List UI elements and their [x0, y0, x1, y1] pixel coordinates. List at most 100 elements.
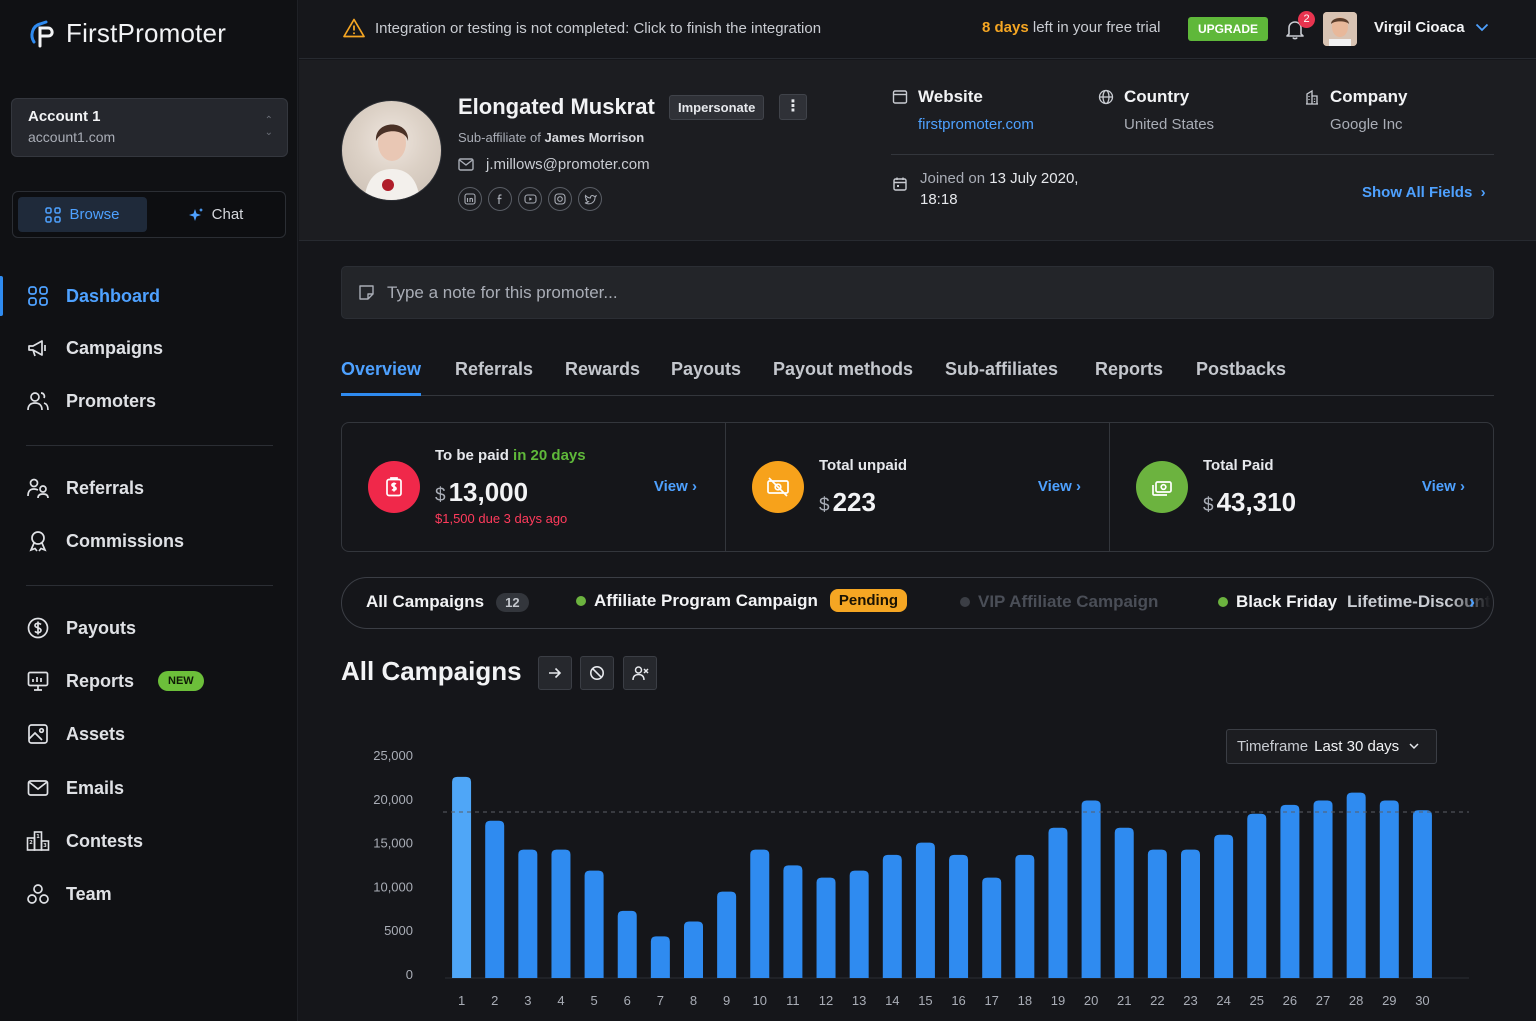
chart-bar [717, 891, 737, 978]
campaign-black-friday-label: Black Friday [1236, 592, 1338, 611]
currency-symbol: $ [1203, 495, 1214, 516]
podium-icon: 12 3 [26, 831, 50, 851]
campaign-black-friday[interactable]: Black Friday [1218, 592, 1337, 612]
nav-referrals-label: Referrals [66, 477, 145, 498]
trial-text: left in your free trial [1028, 19, 1161, 36]
chart-bar [1247, 813, 1267, 978]
promoter-note-input[interactable]: Type a note for this promoter... [341, 266, 1494, 319]
website-link[interactable]: firstpromoter.com [892, 116, 1034, 133]
nav-referrals[interactable]: Referrals [0, 466, 298, 510]
x-tick-label: 18 [1018, 993, 1032, 1008]
x-tick-label: 13 [852, 993, 866, 1008]
x-tick-label: 22 [1150, 993, 1164, 1008]
country-value: United States [1124, 116, 1215, 133]
nav-contests[interactable]: 12 3 Contests [0, 819, 298, 863]
tab-sub-affiliates[interactable]: Sub-affiliates [945, 359, 1058, 396]
nav-reports[interactable]: Reports NEW [0, 659, 298, 703]
chart-bar [1412, 810, 1432, 978]
tab-payouts[interactable]: Payouts [671, 359, 741, 396]
nav-commissions[interactable]: Commissions [0, 519, 298, 563]
building-icon [1306, 89, 1318, 105]
youtube-icon[interactable] [518, 187, 542, 211]
to-be-paid-days: in 20 days [508, 447, 586, 464]
x-tick-label: 2 [491, 993, 498, 1008]
account-name: Account 1 [28, 108, 101, 125]
company-label: Company [1330, 87, 1408, 106]
integration-warning[interactable]: Integration or testing is not completed:… [343, 18, 821, 38]
facebook-icon[interactable] [488, 187, 512, 211]
nav-commissions-label: Commissions [66, 530, 185, 551]
campaign-filter-bar: All Campaigns 12 Affiliate Program Campa… [341, 577, 1494, 629]
mode-switch: Browse Chat [12, 191, 286, 238]
linkedin-icon[interactable] [458, 187, 482, 211]
chart-bar [1214, 834, 1234, 978]
parent-affiliate-link[interactable]: James Morrison [544, 130, 644, 145]
svg-text:3: 3 [43, 843, 47, 849]
joined-prefix: Joined on [920, 170, 990, 187]
logo[interactable]: FirstPromoter [26, 16, 226, 50]
website-label: Website [918, 87, 983, 106]
scroll-right-icon[interactable]: › [1469, 592, 1475, 613]
campaign-vip[interactable]: VIP Affiliate Campaign [960, 592, 1158, 612]
show-all-fields-link[interactable]: Show All Fields › [1362, 184, 1486, 201]
x-tick-label: 4 [557, 993, 564, 1008]
campaign-affiliate-program[interactable]: Affiliate Program Campaign Pending [576, 589, 908, 612]
upgrade-button[interactable]: UPGRADE [1188, 17, 1269, 41]
user-menu[interactable]: Virgil Cioaca [1374, 19, 1489, 36]
view-to-be-paid-link[interactable]: View › [654, 478, 697, 495]
nav-campaigns[interactable]: Campaigns [0, 326, 298, 370]
sidebar: FirstPromoter Account 1 account1.com ⌃ ⌄ … [0, 0, 298, 1021]
chart-bar [849, 870, 869, 978]
campaign-affiliate-label: Affiliate Program Campaign [594, 590, 818, 610]
total-paid-value: $43,310 [1203, 487, 1296, 518]
chart-bar [452, 776, 472, 978]
clipboard-dollar-icon [368, 461, 420, 513]
nav-assets-label: Assets [66, 723, 126, 744]
status-dot [1218, 597, 1228, 607]
nav-dashboard[interactable]: Dashboard [0, 274, 298, 318]
tab-rewards[interactable]: Rewards [565, 359, 640, 396]
tab-reports[interactable]: Reports [1095, 359, 1163, 396]
currency-symbol: $ [819, 495, 830, 516]
view-total-unpaid-link[interactable]: View › [1038, 478, 1081, 495]
browse-button[interactable]: Browse [18, 197, 147, 232]
chat-label: Chat [211, 206, 244, 223]
total-unpaid-amount: 223 [832, 487, 876, 517]
account-switcher[interactable]: Account 1 account1.com ⌃ ⌄ [11, 98, 288, 157]
nav-emails[interactable]: Emails [0, 766, 298, 810]
tab-postbacks[interactable]: Postbacks [1196, 359, 1286, 396]
twitter-icon[interactable] [578, 187, 602, 211]
tab-overview[interactable]: Overview [341, 359, 422, 396]
to-be-paid-label: To be paid in 20 days [435, 447, 586, 464]
block-icon[interactable] [580, 656, 614, 690]
total-unpaid-value: $223 [819, 487, 876, 518]
new-badge: NEW [158, 671, 204, 691]
chart-bar [882, 854, 902, 978]
tab-payout-methods[interactable]: Payout methods [773, 359, 913, 396]
remove-user-icon[interactable] [623, 656, 657, 690]
user-name: Virgil Cioaca [1374, 19, 1465, 36]
campaign-all[interactable]: All Campaigns 12 [366, 592, 529, 612]
impersonate-button[interactable]: Impersonate [669, 95, 765, 120]
more-options-icon[interactable]: ⋮ [779, 94, 807, 120]
chart-bar [551, 849, 571, 978]
section-title: All Campaigns [341, 656, 522, 686]
nav-team-label: Team [66, 883, 112, 904]
nav-payouts[interactable]: Payouts [0, 606, 298, 650]
nav-assets[interactable]: Assets [0, 712, 298, 756]
x-tick-label: 25 [1250, 993, 1264, 1008]
promoter-name: Elongated Muskrat [458, 94, 655, 119]
arrow-right-icon[interactable] [538, 656, 572, 690]
nav-promoters[interactable]: Promoters [0, 379, 298, 423]
x-tick-label: 19 [1051, 993, 1065, 1008]
tab-referrals[interactable]: Referrals [455, 359, 533, 396]
chat-button[interactable]: Chat [151, 197, 280, 232]
chart-bar [1015, 854, 1035, 978]
nav-team[interactable]: Team [0, 872, 298, 916]
instagram-icon[interactable] [548, 187, 572, 211]
total-unpaid-label: Total unpaid [819, 457, 908, 474]
user-avatar[interactable] [1323, 12, 1357, 46]
pending-badge: Pending [829, 589, 908, 612]
view-total-paid-link[interactable]: View › [1422, 478, 1465, 495]
notification-count: 2 [1298, 11, 1315, 28]
